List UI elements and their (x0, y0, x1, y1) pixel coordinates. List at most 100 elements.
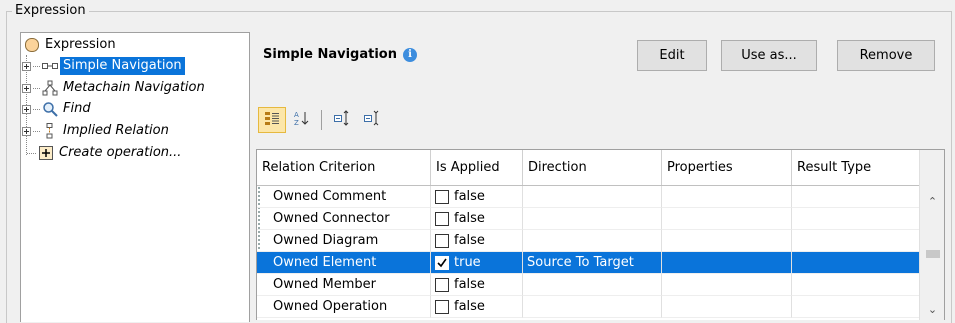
tree-item-implied-relation[interactable]: Implied Relation (22, 121, 172, 141)
info-icon[interactable]: i (403, 47, 417, 62)
cell-direction[interactable] (523, 274, 662, 296)
column-header-relation-criterion[interactable]: Relation Criterion (257, 150, 431, 185)
cell-direction[interactable] (523, 208, 662, 230)
cell-result-type[interactable] (792, 274, 920, 296)
tree-item-label: Find (63, 101, 91, 116)
simple-navigation-icon (42, 58, 58, 74)
tree-dots (33, 65, 40, 67)
cell-is-applied[interactable]: false (431, 274, 523, 296)
add-icon (38, 145, 54, 161)
applied-value: false (454, 211, 485, 226)
vertical-scrollbar[interactable]: ⌃ ⌄ (919, 150, 944, 320)
tree-item-metachain-navigation[interactable]: Metachain Navigation (22, 78, 208, 98)
applied-checkbox[interactable] (435, 189, 449, 204)
cell-properties[interactable] (662, 230, 792, 252)
cell-criterion: Owned Member (257, 274, 431, 296)
column-header-direction[interactable]: Direction (523, 150, 662, 185)
table-row[interactable]: Owned Comment false (257, 186, 920, 208)
applied-value: false (454, 277, 485, 292)
tree-item-simple-navigation[interactable]: Simple Navigation (22, 56, 185, 76)
cell-is-applied[interactable]: false (431, 230, 523, 252)
table-row[interactable]: Owned Member false (257, 274, 920, 296)
expand-icon[interactable] (22, 61, 31, 71)
table-row[interactable]: Owned Connector false (257, 208, 920, 230)
table-row-selected[interactable]: Owned Element true Source To Target (257, 252, 920, 274)
cell-is-applied[interactable]: false (431, 208, 523, 230)
tree-dots (33, 108, 40, 110)
cell-criterion: Owned Operation (257, 296, 431, 318)
applied-checkbox[interactable] (435, 255, 449, 270)
expression-icon (24, 37, 40, 53)
cell-is-applied[interactable]: true (431, 252, 523, 274)
tree-dots (27, 152, 36, 154)
cell-properties[interactable] (662, 296, 792, 318)
tree-item-label: Create operation... (59, 145, 182, 160)
relation-criteria-table[interactable]: Relation Criterion Is Applied Direction … (256, 149, 945, 320)
cell-is-applied[interactable]: false (431, 296, 523, 318)
group-title: Expression (12, 3, 89, 18)
categorized-view-button[interactable] (258, 107, 286, 133)
expand-icon[interactable] (22, 126, 31, 136)
cell-criterion: Owned Connector (257, 208, 431, 230)
applied-checkbox[interactable] (435, 233, 449, 248)
column-header-is-applied[interactable]: Is Applied (431, 150, 523, 185)
cell-direction[interactable]: Source To Target (523, 252, 662, 274)
toolbar-separator (321, 110, 322, 130)
collapse-all-button[interactable] (357, 107, 385, 133)
sort-az-icon: AZ (294, 110, 310, 130)
metachain-icon (42, 80, 58, 96)
cell-properties[interactable] (662, 186, 792, 208)
table-row[interactable]: Owned Operation false (257, 296, 920, 318)
expand-icon[interactable] (22, 104, 31, 114)
cell-criterion: Owned Element (257, 252, 431, 274)
applied-value: true (454, 255, 481, 270)
expand-icon[interactable] (22, 83, 31, 93)
tree-item-find[interactable]: Find (22, 99, 94, 119)
find-icon (42, 101, 58, 117)
expand-all-icon (333, 110, 349, 130)
use-as-button[interactable]: Use as... (721, 40, 817, 71)
expression-tree[interactable]: Expression Simple Navigation Metachain N… (20, 32, 250, 322)
cell-criterion: Owned Diagram (257, 230, 431, 252)
cell-result-type[interactable] (792, 208, 920, 230)
applied-value: false (454, 189, 485, 204)
cell-result-type[interactable] (792, 252, 920, 274)
page-title-text: Simple Navigation (263, 47, 397, 62)
cell-result-type[interactable] (792, 296, 920, 318)
tree-item-expression[interactable]: Expression (24, 35, 119, 55)
remove-button[interactable]: Remove (837, 40, 935, 71)
applied-value: false (454, 299, 485, 314)
column-header-result-type[interactable]: Result Type (792, 150, 920, 185)
scroll-up-icon[interactable]: ⌃ (920, 192, 944, 210)
cell-properties[interactable] (662, 274, 792, 296)
table-row[interactable]: Owned Diagram false (257, 230, 920, 252)
edit-button[interactable]: Edit (637, 40, 707, 71)
expand-all-button[interactable] (327, 107, 355, 133)
cell-result-type[interactable] (792, 186, 920, 208)
column-header-properties[interactable]: Properties (662, 150, 792, 185)
implied-relation-icon (42, 123, 58, 139)
tree-item-label: Implied Relation (63, 123, 169, 138)
cell-direction[interactable] (523, 296, 662, 318)
scroll-down-icon[interactable]: ⌄ (920, 300, 944, 318)
applied-checkbox[interactable] (435, 299, 449, 314)
cell-result-type[interactable] (792, 230, 920, 252)
sort-alphabetically-button[interactable]: AZ (288, 107, 316, 133)
cell-properties[interactable] (662, 252, 792, 274)
applied-value: false (454, 233, 485, 248)
cell-is-applied[interactable]: false (431, 186, 523, 208)
table-toolbar: AZ (258, 107, 385, 133)
cell-direction[interactable] (523, 186, 662, 208)
applied-checkbox[interactable] (435, 277, 449, 292)
cell-properties[interactable] (662, 208, 792, 230)
applied-checkbox[interactable] (435, 211, 449, 226)
collapse-all-icon (363, 110, 379, 130)
page-title: Simple Navigation i (263, 47, 417, 62)
tree-item-create-operation[interactable]: Create operation... (27, 143, 184, 163)
tree-dots (33, 87, 40, 89)
tree-item-label: Simple Navigation (60, 57, 185, 75)
cell-criterion: Owned Comment (257, 186, 431, 208)
cell-direction[interactable] (523, 230, 662, 252)
categorized-icon (264, 110, 280, 130)
scrollbar-thumb[interactable] (926, 250, 940, 258)
